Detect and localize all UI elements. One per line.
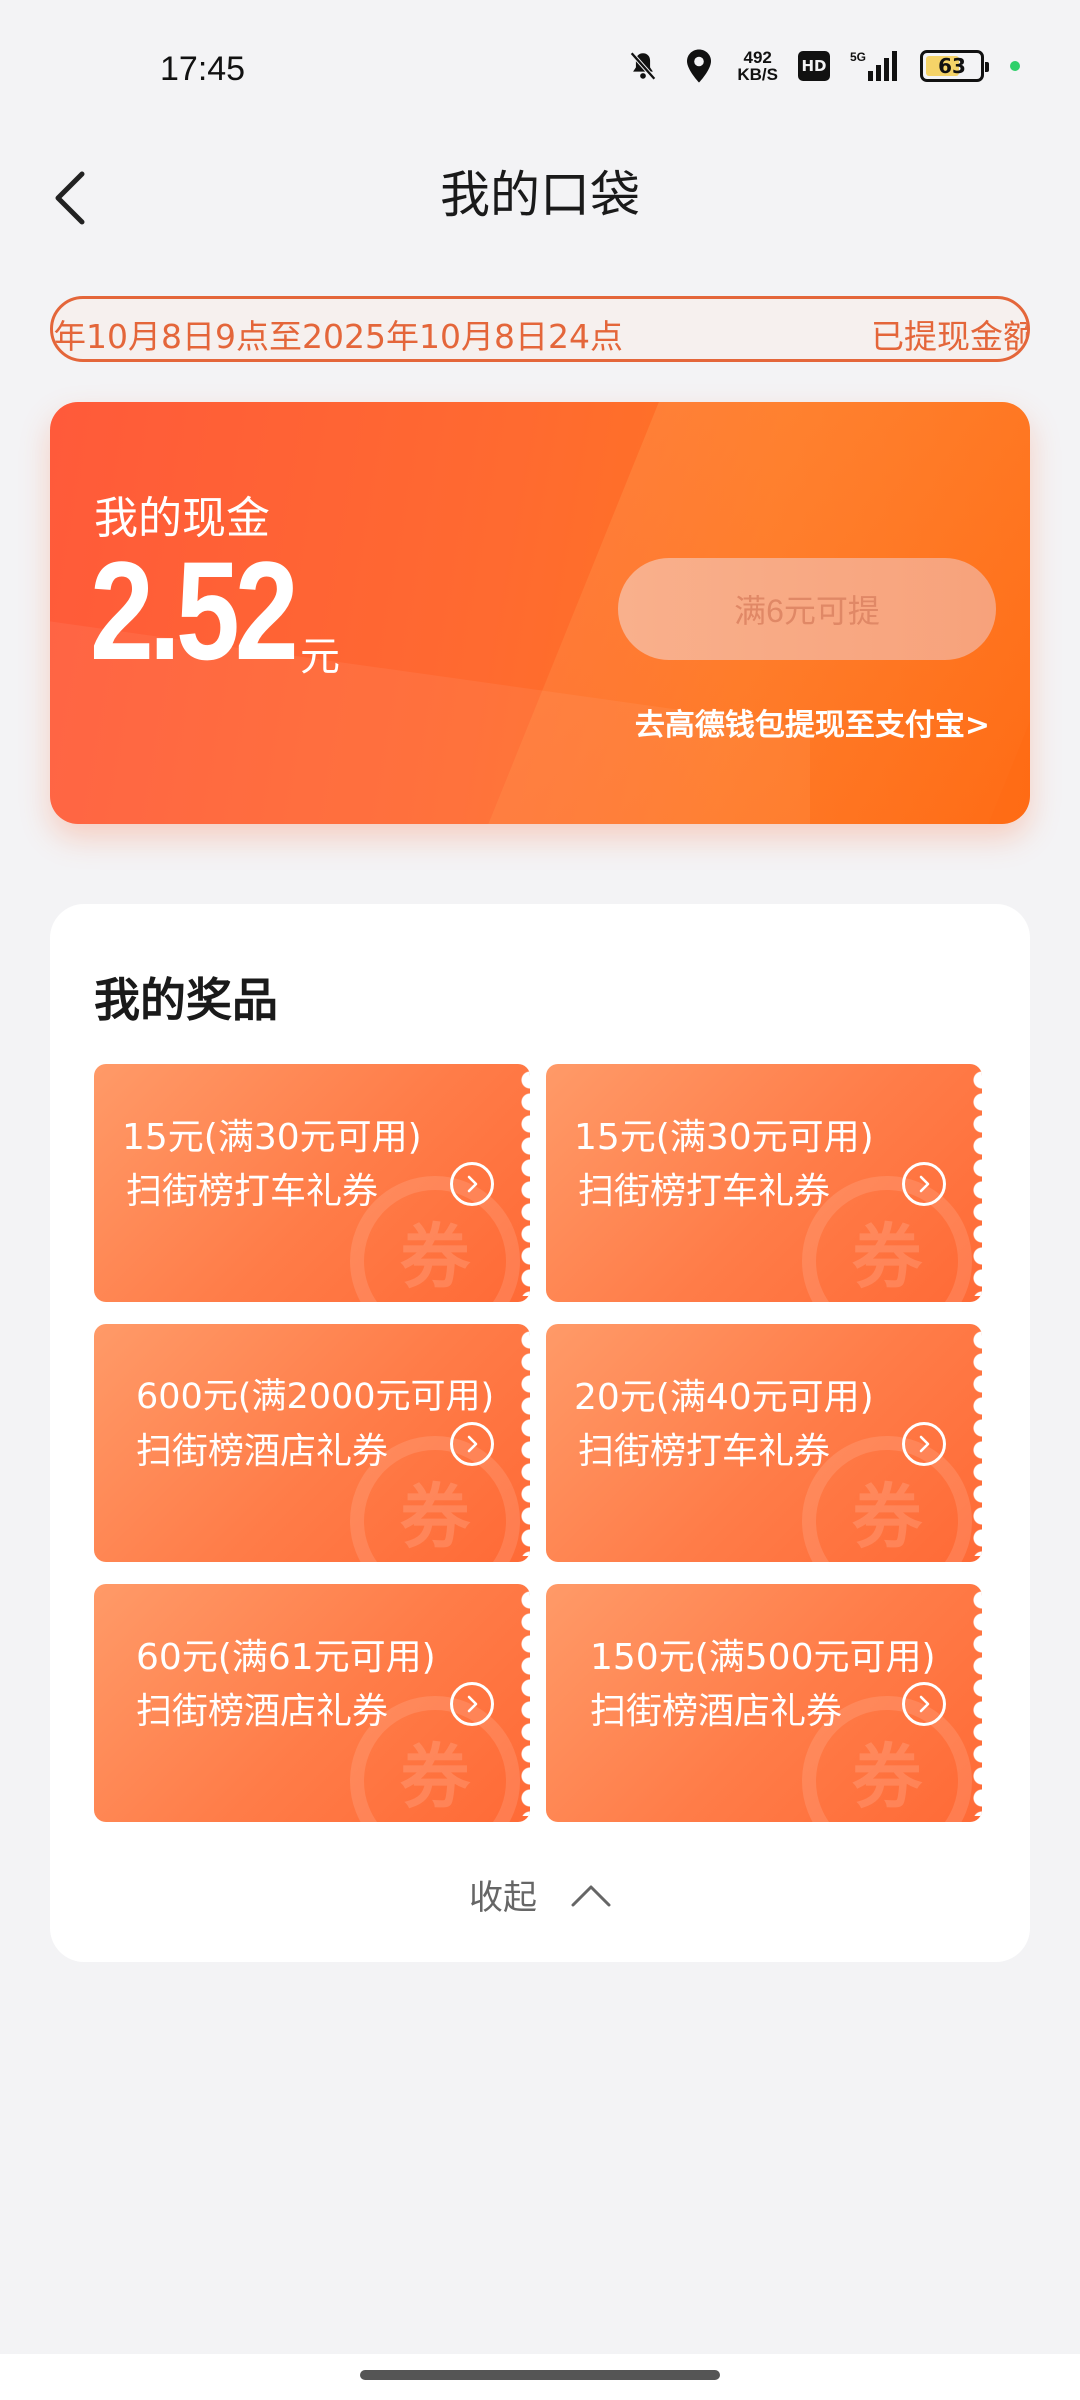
coupon-notches (520, 1330, 530, 1556)
svg-text:5G: 5G (850, 50, 866, 64)
coupon-card[interactable]: 券 15元(满30元可用) 扫街榜打车礼券 (94, 1064, 530, 1302)
cash-amount: 2.52 (90, 532, 299, 689)
coupon-notches (972, 1070, 982, 1296)
hd-badge: HD (798, 51, 830, 81)
network-speed-value: 492 (743, 48, 772, 67)
coupon-card[interactable]: 券 60元(满61元可用) 扫街榜酒店礼券 (94, 1584, 530, 1822)
coupon-name: 扫街榜打车礼券 (126, 1171, 379, 1212)
coupon-value: 15元(满30元可用) (122, 1117, 422, 1158)
chevron-right-circle-icon[interactable] (902, 1682, 946, 1726)
coupon-name: 扫街榜酒店礼券 (136, 1691, 389, 1732)
chevron-right-circle-icon[interactable] (902, 1422, 946, 1466)
withdraw-button[interactable]: 满6元可提 (618, 558, 996, 660)
withdraw-marquee: 年10月8日9点至2025年10月8日24点 已提现金额 (50, 296, 1030, 362)
page-title: 我的口袋 (440, 166, 640, 224)
collapse-button[interactable]: 收起 (50, 1870, 1030, 1919)
status-bar: 17:45 492 KB/S HD 5G 63 (0, 0, 1080, 140)
coupon-card[interactable]: 券 600元(满2000元可用) 扫街榜酒店礼券 (94, 1324, 530, 1562)
chevron-up-icon (571, 1885, 611, 1906)
chevron-right-circle-icon[interactable] (450, 1422, 494, 1466)
coupon-grid: 券 15元(满30元可用) 扫街榜打车礼券 券 15元(满30元可用) 扫街榜打… (94, 1064, 982, 1822)
pocket-page: 17:45 492 KB/S HD 5G 63 我的口袋 年10月8日9点至20… (0, 0, 1080, 2400)
marquee-text-right: 已提现金额 (871, 317, 1030, 356)
home-indicator[interactable] (360, 2370, 720, 2380)
prizes-card: 我的奖品 券 15元(满30元可用) 扫街榜打车礼券 券 15元(满30元可用)… (50, 904, 1030, 1962)
coupon-value: 150元(满500元可用) (590, 1637, 936, 1678)
header: 我的口袋 (0, 140, 1080, 250)
marquee-text: 年10月8日9点至2025年10月8日24点 (53, 317, 623, 356)
status-icons: 492 KB/S HD 5G 63 (625, 48, 1020, 84)
coupon-name: 扫街榜酒店礼券 (590, 1691, 843, 1732)
location-pin-icon (681, 48, 717, 84)
coupon-value: 600元(满2000元可用) (136, 1377, 495, 1417)
cash-card: 我的现金 2.52 元 满6元可提 去高德钱包提现至支付宝> (50, 402, 1030, 824)
coupon-value: 60元(满61元可用) (136, 1637, 436, 1678)
privacy-dot (1010, 61, 1020, 71)
coupon-notches (972, 1330, 982, 1556)
chevron-right-circle-icon[interactable] (902, 1162, 946, 1206)
coupon-value: 20元(满40元可用) (574, 1377, 874, 1418)
collapse-label: 收起 (469, 1878, 537, 1918)
coupon-card[interactable]: 券 150元(满500元可用) 扫街榜酒店礼券 (546, 1584, 982, 1822)
network-speed-unit: KB/S (737, 65, 778, 84)
status-time: 17:45 (160, 50, 246, 88)
chevron-right-circle-icon[interactable] (450, 1162, 494, 1206)
coupon-notches (520, 1070, 530, 1296)
coupon-card[interactable]: 券 20元(满40元可用) 扫街榜打车礼券 (546, 1324, 982, 1562)
signal-5g-icon: 5G (850, 48, 900, 84)
wallet-withdraw-link[interactable]: 去高德钱包提现至支付宝> (635, 700, 990, 744)
mute-bell-icon (625, 48, 661, 84)
coupon-name: 扫街榜打车礼券 (578, 1431, 831, 1472)
coupon-name: 扫街榜酒店礼券 (136, 1431, 389, 1472)
chevron-right-circle-icon[interactable] (450, 1682, 494, 1726)
coupon-name: 扫街榜打车礼券 (578, 1171, 831, 1212)
prizes-title: 我的奖品 (94, 973, 278, 1027)
battery-level: 63 (938, 54, 966, 78)
battery-indicator: 63 (920, 50, 989, 82)
coupon-card[interactable]: 券 15元(满30元可用) 扫街榜打车礼券 (546, 1064, 982, 1302)
network-speed: 492 KB/S (737, 49, 778, 83)
coupon-notches (972, 1590, 982, 1816)
cash-unit: 元 (300, 634, 340, 680)
coupon-value: 15元(满30元可用) (574, 1117, 874, 1158)
coupon-notches (520, 1590, 530, 1816)
